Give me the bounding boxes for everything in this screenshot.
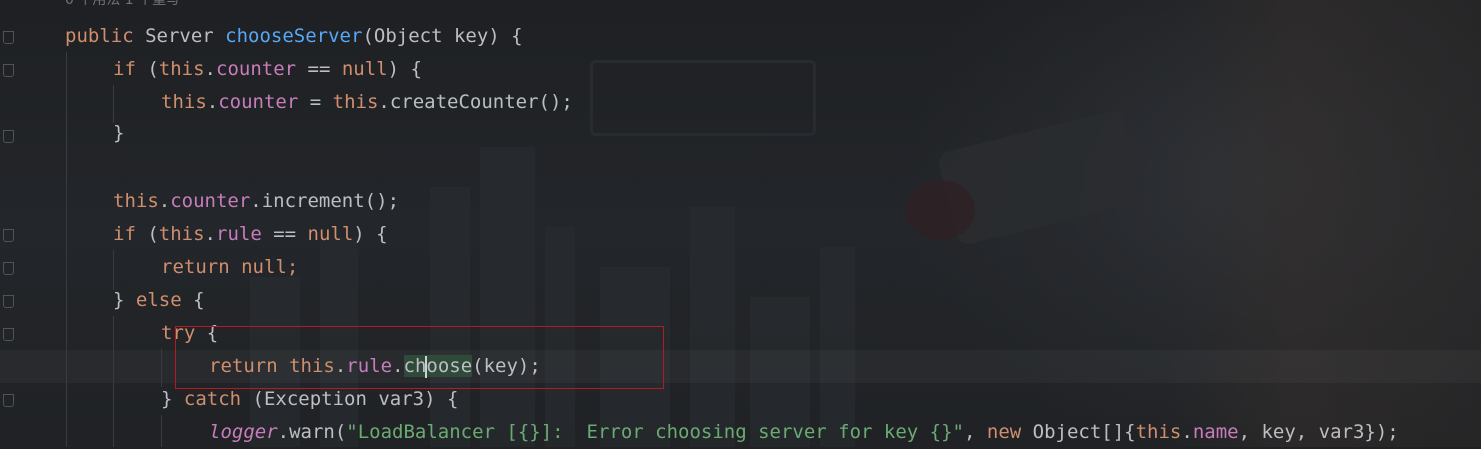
this-keyword: this	[161, 91, 207, 113]
editor-gutter	[0, 0, 18, 447]
field-ref: counter	[170, 190, 251, 212]
field-ref: counter	[218, 91, 299, 113]
fold-marker-icon[interactable]	[3, 31, 14, 44]
semicolon: ;	[286, 256, 299, 278]
this-keyword: this	[332, 91, 379, 113]
null-keyword: null	[307, 223, 354, 245]
dot: .	[206, 91, 219, 113]
method-call: .createCounter();	[378, 91, 573, 113]
comma: ,	[964, 421, 987, 443]
brace: }	[161, 388, 184, 410]
fold-marker-icon[interactable]	[3, 229, 14, 242]
brace-open: {	[181, 289, 205, 311]
keyword: if	[113, 58, 148, 80]
this-keyword: this	[113, 190, 159, 212]
brace: }	[113, 122, 125, 144]
type-name: Server	[145, 25, 226, 47]
field-ref: counter	[216, 58, 297, 80]
fold-marker-icon[interactable]	[3, 262, 14, 275]
method-call: .increment();	[250, 190, 400, 212]
annotation-highlight-box	[175, 326, 664, 389]
paren: (	[147, 223, 159, 245]
this-keyword: this	[1135, 421, 1182, 443]
keyword: if	[113, 223, 148, 245]
code-line-2[interactable]: if (this.counter == null) {	[113, 53, 422, 86]
indent-guide	[113, 316, 114, 447]
fold-marker-icon[interactable]	[3, 64, 14, 77]
fold-marker-icon[interactable]	[3, 328, 14, 341]
indent-guide	[66, 52, 67, 447]
assign: =	[298, 91, 333, 113]
operator: ==	[296, 58, 342, 80]
keyword: else	[135, 289, 182, 311]
keyword: return	[161, 256, 242, 278]
dot: .	[158, 190, 171, 212]
string-literal: "LoadBalancer [{}]: Error choosing serve…	[346, 421, 964, 443]
paren: (	[147, 58, 159, 80]
code-line-3[interactable]: this.counter = this.createCounter();	[161, 86, 573, 119]
keyword: new	[986, 421, 1022, 443]
indent-guide	[161, 415, 162, 447]
array-init: Object[]{	[1021, 421, 1136, 443]
field-ref: name	[1192, 421, 1239, 443]
paren-close: ) {	[387, 58, 422, 80]
code-line-1[interactable]: public Server chooseServer(Object key) {	[65, 20, 523, 53]
code-line-4[interactable]: }	[113, 117, 124, 150]
code-line-12[interactable]: logger.warn("LoadBalancer [{}]: Error ch…	[209, 416, 1399, 449]
this-keyword: this	[158, 58, 205, 80]
dot: .	[204, 58, 216, 80]
fold-marker-icon[interactable]	[3, 295, 14, 308]
brace: }	[113, 289, 136, 311]
fold-marker-icon[interactable]	[3, 394, 14, 407]
keyword: catch	[183, 388, 242, 410]
null-keyword: null	[341, 58, 388, 80]
usages-inlay-hint[interactable]: 0 个用法 1 个重写	[65, 0, 180, 12]
call-args: , key, var3});	[1238, 421, 1399, 443]
fold-marker-icon[interactable]	[3, 130, 14, 143]
code-line-8[interactable]: } else {	[113, 284, 205, 317]
null-keyword: null	[241, 256, 287, 278]
operator: ==	[261, 223, 308, 245]
dot: .	[204, 223, 216, 245]
code-line-5[interactable]: this.counter.increment();	[113, 185, 399, 218]
code-line-6[interactable]: if (this.rule == null) {	[113, 218, 388, 251]
keyword: public	[65, 25, 146, 47]
indent-guide	[161, 349, 162, 387]
catch-params: (Exception var3) {	[241, 388, 459, 410]
static-field-ref: logger	[209, 421, 278, 443]
method-declaration: chooseServer	[225, 25, 363, 47]
field-ref: rule	[216, 223, 262, 245]
method-params: (Object key) {	[362, 25, 523, 47]
method-call: .warn(	[277, 421, 347, 443]
code-line-7[interactable]: return null;	[161, 251, 298, 284]
paren-close: ) {	[353, 223, 388, 245]
dot: .	[1181, 421, 1193, 443]
this-keyword: this	[158, 223, 205, 245]
